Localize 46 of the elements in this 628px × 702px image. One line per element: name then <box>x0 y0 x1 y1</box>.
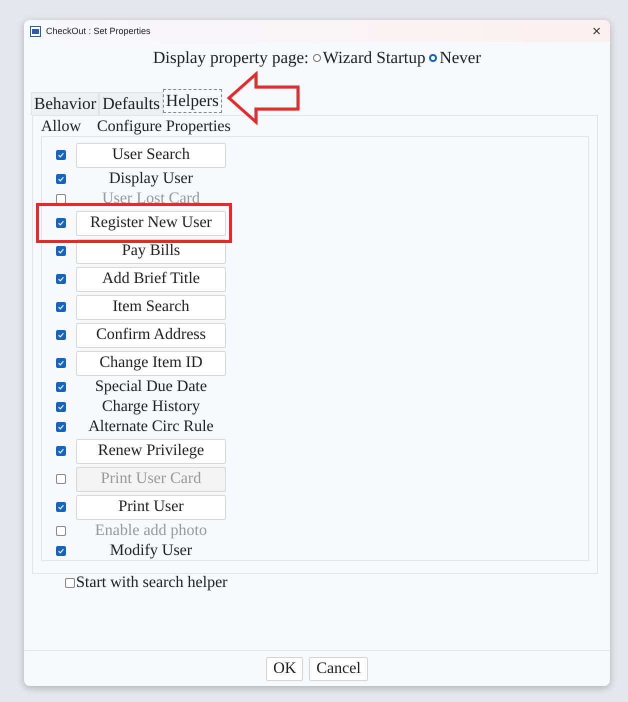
checkbox[interactable] <box>56 358 66 368</box>
radio-label[interactable]: Wizard Startup <box>322 48 426 68</box>
window-title: CheckOut : Set Properties <box>46 26 152 36</box>
configure-button[interactable]: Add Brief Title <box>76 266 226 292</box>
helper-label: Charge History <box>101 397 201 417</box>
checkbox[interactable] <box>56 150 66 160</box>
checkbox[interactable] <box>56 422 66 432</box>
helper-label: Enable add photo <box>94 521 208 541</box>
tab[interactable]: Defaults <box>99 92 163 115</box>
configure-button[interactable]: Register New User <box>76 210 226 236</box>
column-header: Allow <box>41 118 81 136</box>
checkbox[interactable] <box>56 382 66 392</box>
checkbox[interactable] <box>56 174 66 184</box>
checkbox[interactable] <box>56 246 66 256</box>
checkbox[interactable] <box>56 402 66 412</box>
checkbox[interactable] <box>65 578 75 588</box>
helper-label: User Lost Card <box>101 189 201 209</box>
checkbox[interactable] <box>56 218 66 228</box>
configure-button[interactable]: User Search <box>76 142 226 168</box>
dialog-button[interactable]: OK <box>266 656 304 680</box>
checkbox[interactable] <box>56 446 66 456</box>
tab[interactable]: Behavior <box>31 92 100 115</box>
helper-label: Alternate Circ Rule <box>87 417 215 437</box>
configure-button[interactable]: Renew Privilege <box>76 438 226 464</box>
helper-label: Modify User <box>108 541 194 561</box>
display-property-label: Display property page: <box>152 48 309 68</box>
checkbox[interactable] <box>56 546 66 556</box>
radio-button[interactable] <box>312 54 321 62</box>
dialog-button[interactable]: Cancel <box>309 656 368 680</box>
checkbox-label[interactable]: Start with search helper <box>76 574 228 592</box>
configure-button[interactable]: Change Item ID <box>76 350 226 376</box>
app-icon <box>30 26 41 36</box>
tab[interactable]: Helpers <box>162 89 222 113</box>
radio-button[interactable] <box>429 54 438 62</box>
configure-button[interactable]: Confirm Address <box>76 322 226 348</box>
configure-button[interactable]: Print User <box>76 494 226 520</box>
radio-label[interactable]: Never <box>439 48 482 68</box>
close-button[interactable]: × <box>589 22 604 40</box>
configure-button[interactable]: Item Search <box>76 294 226 320</box>
checkbox[interactable] <box>56 330 66 340</box>
column-header: Configure Properties <box>97 118 231 136</box>
checkbox[interactable] <box>56 302 66 312</box>
helper-label: Special Due Date <box>94 377 208 397</box>
helper-label: Display User <box>108 169 194 189</box>
checkbox[interactable] <box>56 502 66 512</box>
checkbox[interactable] <box>56 274 66 284</box>
